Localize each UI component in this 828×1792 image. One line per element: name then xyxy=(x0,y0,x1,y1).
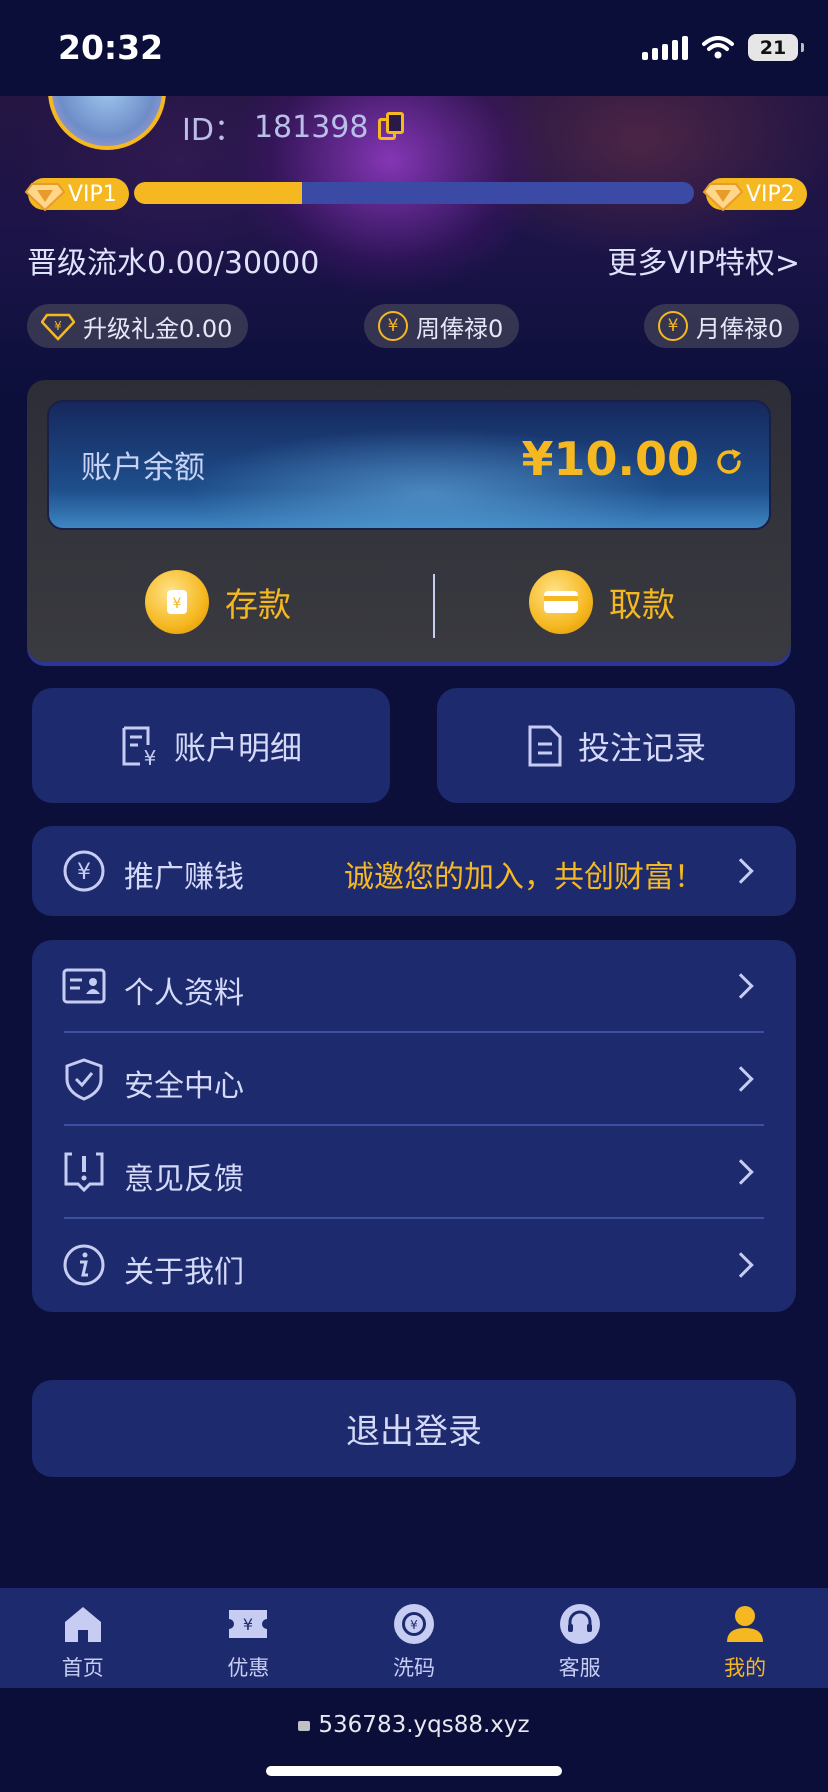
menu-item-profile[interactable]: 个人资料 xyxy=(32,940,796,1033)
settings-menu: 个人资料 安全中心 意见反馈 关于我们 xyxy=(32,940,796,1312)
yen-circle-icon: ¥ xyxy=(63,850,105,892)
document-icon xyxy=(528,725,562,766)
headset-icon xyxy=(559,1604,600,1644)
home-icon xyxy=(64,1607,101,1642)
bottom-tab-bar: 首页 ¥ 优惠 ¥ 洗码 客服 我的 xyxy=(0,1588,828,1688)
refresh-icon[interactable] xyxy=(713,446,745,478)
diamond-yen-icon: ¥ xyxy=(41,313,75,341)
id-card-icon xyxy=(62,968,106,1004)
menu-item-security-label: 安全中心 xyxy=(124,1069,244,1104)
diamond-icon xyxy=(702,183,744,212)
menu-item-security[interactable]: 安全中心 xyxy=(32,1033,796,1126)
weekly-salary-pill[interactable]: ¥ 周俸禄0 xyxy=(364,304,520,348)
user-icon xyxy=(727,1606,764,1642)
menu-item-about-label: 关于我们 xyxy=(124,1255,244,1290)
svg-text:¥: ¥ xyxy=(173,596,182,612)
tab-support[interactable]: 客服 xyxy=(497,1588,663,1688)
tab-support-label: 客服 xyxy=(558,1656,601,1680)
battery-indicator: 21 xyxy=(748,34,804,61)
url-text[interactable]: 536783.yqs88.xyz xyxy=(0,1712,828,1738)
chip-icon: ¥ xyxy=(393,1604,434,1644)
svg-text:¥: ¥ xyxy=(243,1615,253,1634)
chevron-right-icon xyxy=(728,1252,754,1278)
chevron-right-icon xyxy=(728,1159,754,1185)
bet-records-label: 投注记录 xyxy=(577,728,706,767)
diamond-icon xyxy=(24,183,66,212)
yen-coin-icon: ¥ xyxy=(658,311,688,341)
vip-next-label: VIP2 xyxy=(746,181,795,207)
wallet-divider xyxy=(433,574,435,638)
balance-value: ¥10.00 xyxy=(521,432,699,486)
upgrade-bonus-pill[interactable]: ¥ 升级礼金0.00 xyxy=(27,304,249,348)
upgrade-bonus-label: 升级礼金0.00 xyxy=(83,314,233,343)
wifi-icon xyxy=(702,35,734,58)
chevron-right-icon xyxy=(728,973,754,999)
lock-icon xyxy=(298,1720,311,1731)
menu-item-feedback-label: 意见反馈 xyxy=(124,1162,244,1197)
withdraw-icon xyxy=(529,570,593,634)
promotion-row[interactable]: ¥ 推广赚钱 诚邀您的加入，共创财富！ xyxy=(32,826,796,916)
weekly-salary-label: 周俸禄0 xyxy=(416,314,504,343)
monthly-salary-pill[interactable]: ¥ 月俸禄0 xyxy=(644,304,800,348)
bill-icon: ¥ xyxy=(122,726,157,767)
menu-item-about[interactable]: 关于我们 xyxy=(32,1219,796,1312)
withdraw-label: 取款 xyxy=(609,585,675,624)
monthly-salary-label: 月俸禄0 xyxy=(696,314,784,343)
account-detail-label: 账户明细 xyxy=(173,728,302,767)
tab-rebate[interactable]: ¥ 洗码 xyxy=(331,1588,497,1688)
deposit-label: 存款 xyxy=(225,585,291,624)
home-indicator xyxy=(266,1766,562,1776)
promotion-slogan: 诚邀您的加入，共创财富！ xyxy=(344,860,704,895)
info-icon xyxy=(63,1244,105,1286)
wallet-card: 账户余额 ¥10.00 ¥ 存款 取款 xyxy=(27,380,791,662)
svg-text:¥: ¥ xyxy=(54,319,62,333)
chevron-right-icon xyxy=(728,1066,754,1092)
promotion-label: 推广赚钱 xyxy=(124,860,244,895)
vip-progress-fill xyxy=(134,182,302,204)
tab-rebate-label: 洗码 xyxy=(392,1656,435,1680)
cellular-signal-icon xyxy=(642,35,688,60)
vip-current-label: VIP1 xyxy=(68,181,117,207)
status-bar: 20:32 21 xyxy=(0,0,828,96)
user-id-label: ID： xyxy=(182,113,244,148)
url-value: 536783.yqs88.xyz xyxy=(318,1712,530,1738)
tab-mine[interactable]: 我的 xyxy=(662,1588,828,1688)
account-detail-button[interactable]: ¥ 账户明细 xyxy=(32,688,390,803)
logout-button[interactable]: 退出登录 xyxy=(32,1380,796,1477)
deposit-button[interactable]: ¥ 存款 xyxy=(145,570,291,634)
vip-next-badge: VIP2 xyxy=(702,178,807,212)
user-id: ID： 181398 xyxy=(182,105,405,149)
menu-item-feedback[interactable]: 意见反馈 xyxy=(32,1126,796,1219)
vip-upgrade-text: 晋级流水0.00/30000 xyxy=(27,246,320,281)
svg-text:¥: ¥ xyxy=(410,1618,418,1632)
bet-records-button[interactable]: 投注记录 xyxy=(437,688,795,803)
tab-mine-label: 我的 xyxy=(724,1656,767,1680)
more-vip-privileges-link[interactable]: 更多VIP特权> xyxy=(607,238,800,282)
user-id-value: 181398 xyxy=(253,109,369,145)
tab-promotions-label: 优惠 xyxy=(227,1656,270,1680)
tab-promotions[interactable]: ¥ 优惠 xyxy=(166,1588,332,1688)
vip-current-badge: VIP1 xyxy=(24,178,129,212)
status-time: 20:32 xyxy=(58,28,164,67)
menu-item-profile-label: 个人资料 xyxy=(124,976,244,1011)
feedback-icon xyxy=(64,1152,104,1193)
tab-home-label: 首页 xyxy=(61,1656,104,1680)
tab-home[interactable]: 首页 xyxy=(0,1588,166,1688)
yen-coin-icon: ¥ xyxy=(378,311,408,341)
copy-icon[interactable] xyxy=(378,112,405,142)
balance-label: 账户余额 xyxy=(81,450,205,486)
balance-card: 账户余额 ¥10.00 xyxy=(47,400,771,530)
svg-text:¥: ¥ xyxy=(144,746,157,767)
chevron-right-icon xyxy=(728,858,754,884)
ticket-icon: ¥ xyxy=(229,1610,268,1638)
browser-url-bar: 536783.yqs88.xyz xyxy=(0,1688,828,1792)
svg-text:¥: ¥ xyxy=(77,860,91,885)
vip-progress-bar xyxy=(134,182,694,204)
shield-icon xyxy=(65,1058,103,1101)
deposit-icon: ¥ xyxy=(145,570,209,634)
status-icons: 21 xyxy=(642,34,804,61)
withdraw-button[interactable]: 取款 xyxy=(529,570,675,634)
